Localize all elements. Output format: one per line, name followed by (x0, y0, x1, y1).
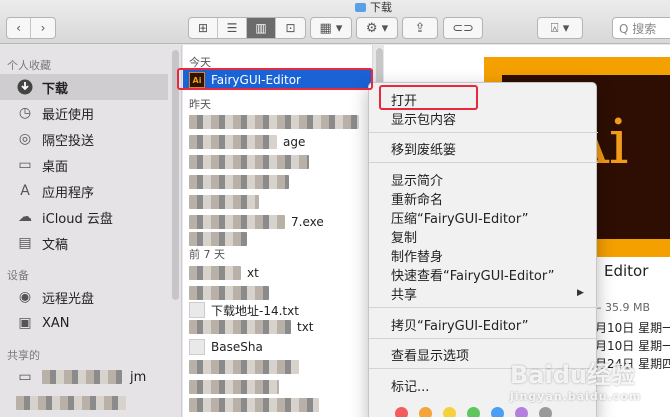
tag-gray[interactable] (539, 407, 552, 417)
sidebar-item-applications[interactable]: A 应用程序 (0, 178, 168, 204)
menu-item-move-to-trash[interactable]: 移到废纸篓 (391, 139, 456, 158)
menu-item-make-alias[interactable]: 制作替身 (391, 246, 443, 265)
gallery-view-button[interactable]: ⊡ (276, 18, 305, 38)
sidebar-item-recents[interactable]: ◷ 最近使用 (0, 100, 168, 126)
menu-item-tags[interactable]: 标记... (391, 376, 429, 395)
tag-red[interactable] (395, 407, 408, 417)
sidebar-section-shared: 共享的 (7, 349, 40, 362)
column-view-button[interactable]: ▥ (247, 18, 277, 38)
text-file-icon (189, 339, 205, 355)
back-button[interactable]: ‹ (7, 18, 32, 38)
tag-yellow[interactable] (443, 407, 456, 417)
menu-item-duplicate[interactable]: 复制 (391, 227, 417, 246)
menu-item-get-info[interactable]: 显示简介 (391, 170, 443, 189)
icon-view-button[interactable]: ⊞ (189, 18, 219, 38)
folder-icon (355, 2, 366, 12)
preview-size: – 35.9 MB (596, 301, 651, 314)
file-row[interactable] (183, 357, 373, 377)
disc-icon: ◉ (18, 289, 32, 305)
menu-separator (369, 338, 598, 339)
view-switcher: ⊞ ☰ ▥ ⊡ (188, 17, 306, 39)
menu-separator (369, 307, 598, 308)
search-input[interactable]: Q 搜索 (612, 17, 670, 39)
action-button[interactable]: ⚙ ▾ (356, 17, 398, 39)
file-row[interactable] (183, 377, 373, 397)
document-icon: ▤ (18, 235, 32, 251)
menu-separator (369, 132, 598, 133)
text-file-icon (189, 302, 205, 318)
download-icon (16, 78, 34, 96)
window-title: 下载 (355, 0, 392, 14)
file-row[interactable]: age (183, 132, 373, 152)
file-column: 今天 Ai FairyGUI-Editor 昨天 age 7.exe 前 7 天… (183, 45, 373, 417)
sidebar-item-shared-computer[interactable]: ▭ jm (0, 364, 168, 390)
preview-name: Editor (604, 262, 649, 280)
preview-modified: 月10日 星期一 (595, 339, 670, 353)
cloud-icon: ☁ (18, 209, 32, 225)
file-row[interactable] (183, 395, 373, 415)
file-row[interactable]: txt (183, 317, 373, 337)
sidebar-section-favorites: 个人收藏 (7, 59, 51, 72)
computer-icon: ▭ (18, 369, 32, 385)
group-header-yesterday: 昨天 (189, 98, 211, 111)
sidebar-item-downloads[interactable]: 下载 (0, 74, 168, 100)
submenu-arrow-icon: ▶ (577, 288, 584, 298)
nav-buttons: ‹ › (6, 17, 56, 39)
sidebar-item-remote-disc[interactable]: ◉ 远程光盘 (0, 284, 168, 310)
menu-item-compress[interactable]: 压缩“FairyGUI-Editor” (391, 208, 529, 227)
sidebar-item-airdrop[interactable]: ◎ 隔空投送 (0, 126, 168, 152)
redacted-name (16, 396, 126, 410)
file-row[interactable] (183, 112, 373, 132)
sidebar-item-xan[interactable]: ▣ XAN (0, 310, 168, 336)
sidebar-item-icloud[interactable]: ☁ iCloud 云盘 (0, 204, 168, 230)
drive-icon: ▣ (18, 315, 32, 331)
sidebar-item-shared-computer-2[interactable] (0, 390, 168, 416)
file-row[interactable] (183, 152, 373, 172)
file-row[interactable] (183, 192, 373, 212)
airdrop-icon: ◎ (18, 131, 32, 147)
file-row[interactable]: BaseSha (183, 337, 373, 357)
sidebar-item-documents[interactable]: ▤ 文稿 (0, 230, 168, 256)
group-button[interactable]: ▦ ▾ (310, 17, 352, 39)
tag-blue[interactable] (491, 407, 504, 417)
forward-button[interactable]: › (31, 18, 55, 38)
menu-item-rename[interactable]: 重新命名 (391, 189, 443, 208)
menu-item-quick-look[interactable]: 快速查看“FairyGUI-Editor” (391, 265, 555, 284)
toolbar: 下载 ‹ › ⊞ ☰ ▥ ⊡ ▦ ▾ ⚙ ▾ ⇪ ⊂⊃ ⍓ ▾ Q 搜索 (0, 0, 670, 44)
sidebar-item-desktop[interactable]: ▭ 桌面 (0, 152, 168, 178)
applications-icon: A (20, 183, 30, 199)
menu-separator (369, 162, 598, 163)
preview-created: 月10日 星期一 (595, 321, 670, 335)
tag-green[interactable] (467, 407, 480, 417)
file-row[interactable]: xt (183, 263, 373, 283)
sidebar-section-devices: 设备 (7, 269, 29, 282)
file-row[interactable] (183, 172, 373, 192)
sidebar: 个人收藏 下载 ◷ 最近使用 ◎ 隔空投送 ▭ 桌面 A 应用程序 ☁ iClo… (0, 45, 182, 417)
tag-orange[interactable] (419, 407, 432, 417)
menu-item-view-options[interactable]: 查看显示选项 (391, 345, 469, 364)
menu-item-share[interactable]: 共享 (391, 284, 417, 303)
share-button[interactable]: ⇪ (402, 17, 438, 39)
menu-item-copy[interactable]: 拷贝“FairyGUI-Editor” (391, 315, 529, 334)
dropbox-button[interactable]: ⍓ ▾ (537, 17, 583, 39)
tag-button[interactable]: ⊂⊃ (443, 17, 483, 39)
desktop-icon: ▭ (18, 157, 32, 173)
highlight-open-item (379, 85, 478, 110)
group-header-last7days: 前 7 天 (189, 248, 225, 261)
clock-icon: ◷ (18, 105, 32, 121)
baidu-watermark: Baidu经验 jingyan.baidu.com (510, 361, 642, 403)
tag-purple[interactable] (515, 407, 528, 417)
menu-item-show-package-contents[interactable]: 显示包内容 (391, 109, 456, 128)
highlight-selected-file (177, 68, 373, 90)
list-view-button[interactable]: ☰ (218, 18, 248, 38)
redacted-name (42, 370, 122, 384)
